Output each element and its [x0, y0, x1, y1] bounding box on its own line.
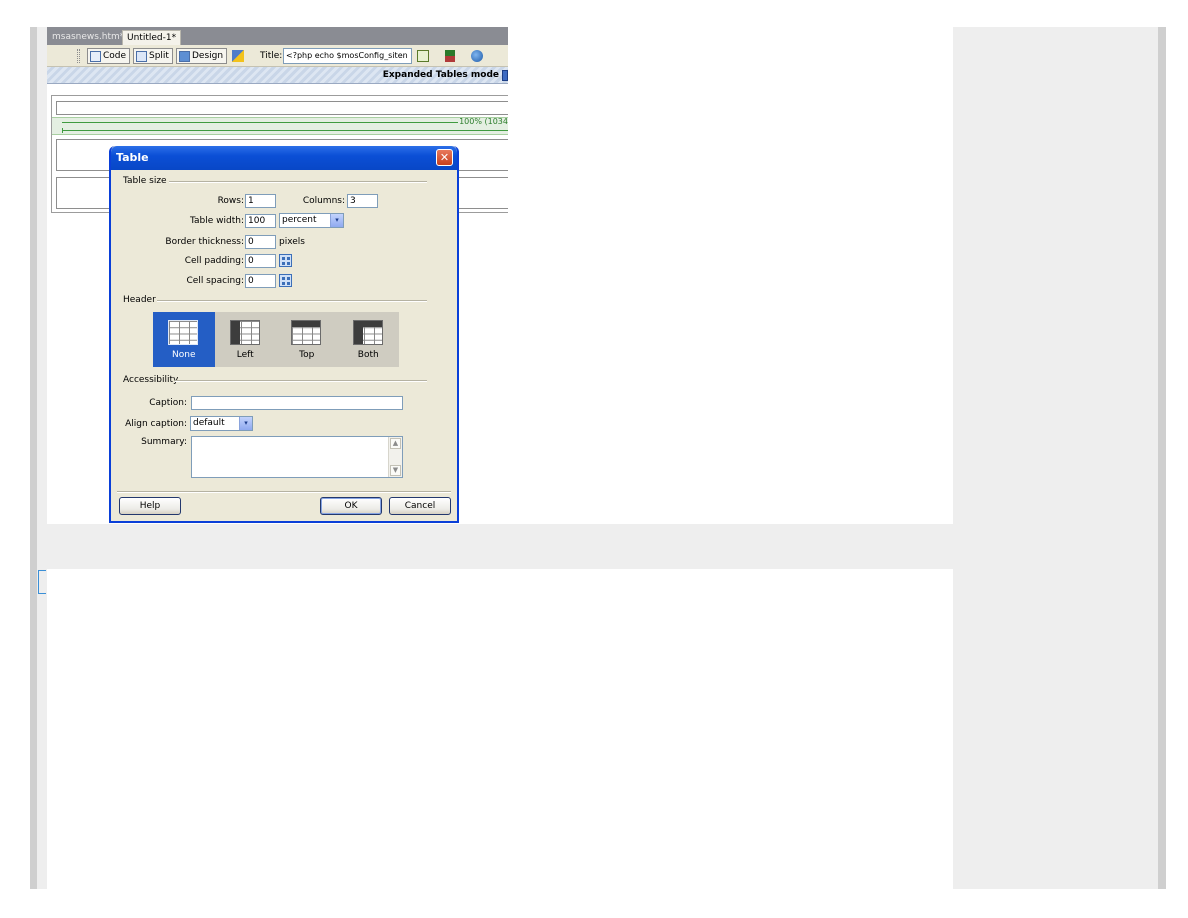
cell-spacing-input[interactable]: 0 [245, 274, 276, 288]
table-size-heading: Table size [123, 176, 167, 186]
accessibility-heading: Accessibility [123, 375, 179, 385]
chevron-down-icon: ▾ [330, 214, 343, 227]
header-option-top[interactable]: Top [276, 312, 338, 367]
summary-label: Summary: [141, 437, 187, 447]
left-gutter [30, 27, 37, 889]
dialog-title: Table [116, 151, 149, 164]
live-data-icon[interactable] [232, 50, 244, 62]
cell-spacing-icon [279, 274, 292, 287]
chevron-down-icon: ▾ [239, 417, 252, 430]
columns-input[interactable]: 3 [347, 194, 378, 208]
scroll-down-icon[interactable]: ▼ [390, 465, 401, 476]
code-view-button[interactable]: Code [87, 48, 131, 64]
header-option-label: Left [236, 350, 254, 360]
table-width-label: Table width: [190, 216, 244, 226]
header-option-label: Top [299, 350, 315, 360]
align-caption-label: Align caption: [125, 419, 187, 429]
header-option-label: Both [357, 350, 379, 360]
section-divider [169, 181, 427, 183]
caption-input[interactable] [191, 396, 403, 410]
section-divider [157, 300, 427, 302]
table-width-indicator: 100% (1034 [52, 117, 508, 135]
right-scrollbar[interactable] [1158, 27, 1166, 889]
design-icon [179, 50, 190, 62]
rows-label: Rows: [217, 196, 244, 206]
document-tab-bar: msasnews.htm* Untitled-1* [47, 27, 508, 45]
left-margin [37, 27, 47, 889]
header-top-icon [291, 320, 321, 345]
cell-spacing-label: Cell spacing: [186, 276, 245, 286]
header-left-icon [229, 320, 260, 345]
header-options: None Left Top Both [153, 312, 399, 367]
file-management-icon[interactable] [445, 50, 455, 62]
selection-bracket [38, 570, 46, 594]
ok-button[interactable]: OK [320, 497, 382, 515]
preview-browser-icon[interactable] [471, 50, 483, 62]
document-toolbar: Code Split Design Title: <?php echo $mos… [47, 45, 508, 67]
header-none-icon [168, 320, 198, 345]
code-view-label: Code [103, 51, 127, 61]
cancel-button[interactable]: Cancel [389, 497, 451, 515]
header-option-left[interactable]: Left [214, 312, 276, 367]
rows-input[interactable]: 1 [245, 194, 276, 208]
width-tick [62, 128, 63, 133]
dialog-separator [117, 491, 451, 493]
close-icon[interactable]: ✕ [436, 149, 453, 166]
cell-padding-input[interactable]: 0 [245, 254, 276, 268]
scroll-up-icon[interactable]: ▲ [390, 438, 401, 449]
width-unit-value: percent [282, 215, 317, 225]
section-divider [47, 524, 953, 569]
header-option-both[interactable]: Both [337, 312, 399, 367]
column-line [62, 130, 508, 131]
document-tab-untitled[interactable]: Untitled-1* [122, 30, 182, 45]
design-view-label: Design [192, 51, 224, 61]
section-divider [175, 380, 427, 382]
summary-textarea[interactable]: ▲ ▼ [191, 436, 403, 478]
validate-icon[interactable] [417, 50, 429, 62]
border-unit-label: pixels [279, 237, 305, 247]
header-option-label: None [172, 350, 196, 360]
code-icon [90, 50, 101, 62]
table-width-input[interactable]: 100 [245, 214, 276, 228]
expanded-tables-label: Expanded Tables mode [382, 70, 499, 80]
cell-padding-label: Cell padding: [184, 256, 244, 266]
table-dialog: Table ✕ Table size Rows: 1 Columns: 3 Ta… [109, 146, 459, 523]
toolbar-grip[interactable] [77, 49, 80, 63]
document-tab-msasnews[interactable]: msasnews.htm* [48, 30, 128, 45]
design-view-button[interactable]: Design [176, 48, 228, 64]
caption-label: Caption: [149, 398, 187, 408]
split-view-label: Split [149, 51, 169, 61]
summary-scrollbar[interactable]: ▲ ▼ [388, 437, 402, 477]
title-label: Title: [260, 51, 283, 61]
right-sidebar [953, 27, 1158, 889]
border-thickness-label: Border thickness: [165, 237, 244, 247]
width-unit-select[interactable]: percent ▾ [279, 213, 344, 228]
header-heading: Header [123, 295, 156, 305]
split-view-button[interactable]: Split [133, 48, 173, 64]
table-row[interactable] [56, 101, 508, 115]
align-caption-value: default [193, 418, 225, 428]
header-option-none[interactable]: None [153, 312, 215, 367]
help-button[interactable]: Help [119, 497, 181, 515]
exit-expanded-mode-link[interactable] [502, 70, 508, 81]
cell-padding-icon [279, 254, 292, 267]
header-both-icon [352, 320, 383, 345]
columns-label: Columns: [302, 196, 345, 206]
width-line [62, 122, 458, 123]
width-indicator-text: 100% (1034 [459, 117, 508, 126]
title-input[interactable]: <?php echo $mosConfig_siten [283, 48, 412, 64]
align-caption-select[interactable]: default ▾ [190, 416, 253, 431]
dialog-titlebar[interactable]: Table ✕ [111, 146, 457, 170]
split-icon [136, 50, 147, 62]
border-thickness-input[interactable]: 0 [245, 235, 276, 249]
expanded-tables-bar: Expanded Tables mode [47, 67, 508, 84]
